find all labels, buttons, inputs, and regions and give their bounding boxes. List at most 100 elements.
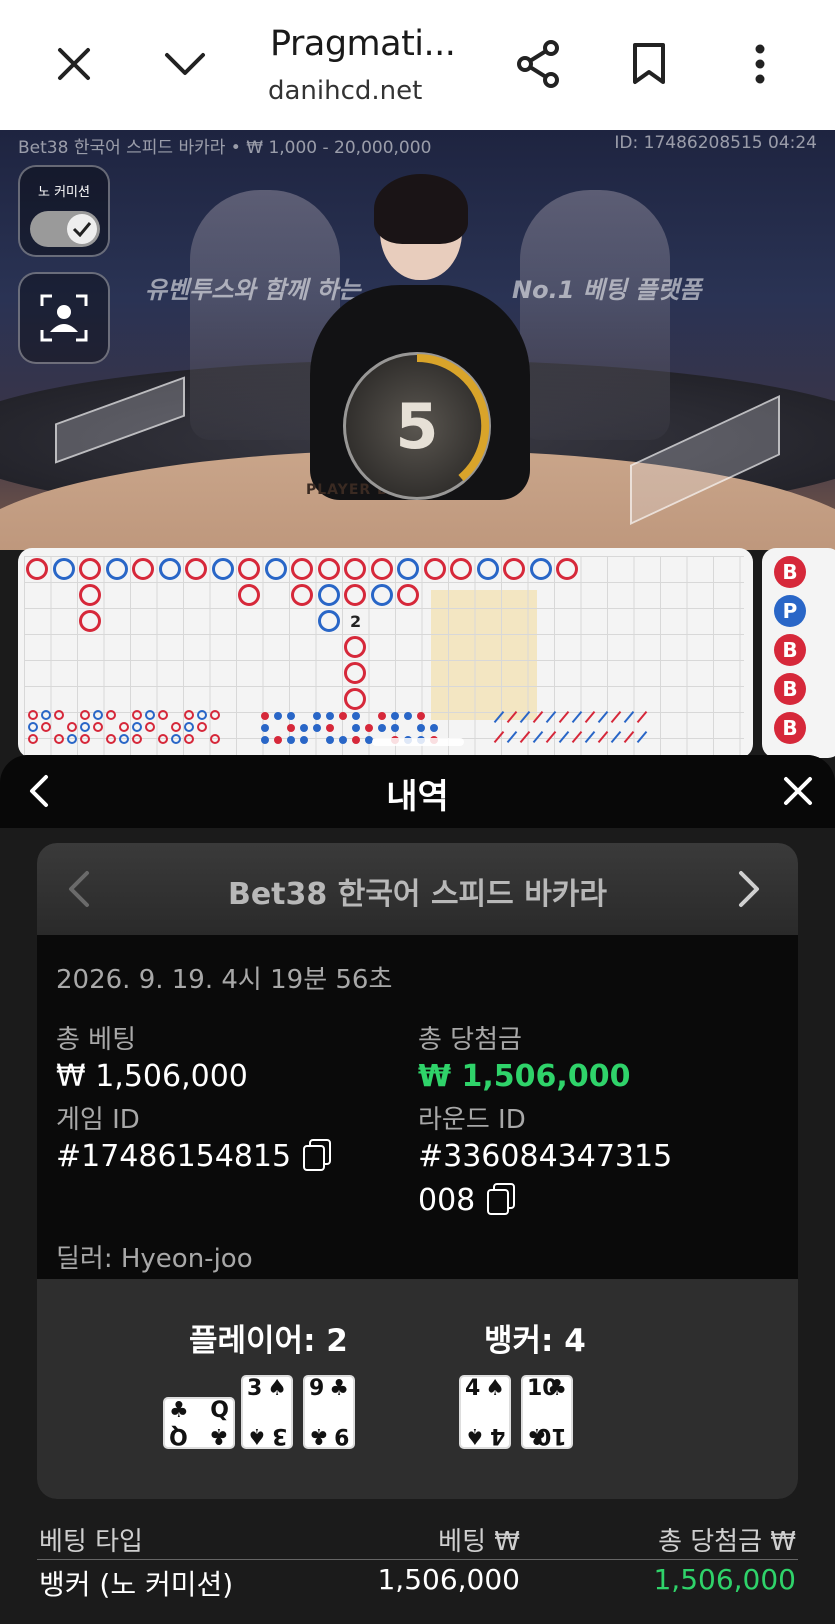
- big-eye-dot: [417, 724, 425, 732]
- game-id-label: 게임 ID: [56, 1105, 140, 1135]
- small-road-mark: [119, 734, 129, 744]
- banker-mark: [344, 558, 366, 580]
- copy-icon[interactable]: [303, 1139, 332, 1171]
- player-mark: [264, 558, 287, 580]
- small-road-mark: [106, 734, 116, 744]
- big-eye-dot: [417, 712, 425, 720]
- chevron-down-icon[interactable]: [153, 32, 217, 96]
- banker-mark: [503, 558, 525, 580]
- dealer-hair: [374, 174, 468, 244]
- next-chevron-icon[interactable]: [735, 869, 763, 913]
- player-mark: [370, 584, 393, 606]
- banner-text-right: No.1 베팅 플랫폼: [512, 276, 702, 304]
- big-eye-dot: [326, 724, 334, 732]
- video-view-button[interactable]: [18, 272, 110, 364]
- big-eye-dot: [300, 736, 308, 744]
- game-id-row: #17486154815: [56, 1139, 332, 1174]
- player-mark: [397, 558, 419, 580]
- win-amount-cell: 1,506,000: [653, 1563, 796, 1596]
- player-mark: [317, 584, 340, 606]
- round-datetime: 2026. 9. 19. 4시 19분 56초: [56, 965, 393, 995]
- big-eye-dot: [378, 712, 386, 720]
- big-eye-dot: [261, 724, 269, 732]
- big-eye-dot: [391, 712, 399, 720]
- no-commission-toggle[interactable]: 노 커미션: [18, 165, 110, 257]
- small-road-mark: [197, 722, 207, 732]
- playing-card: 4 ♠ ♠ 4: [459, 1375, 511, 1449]
- small-road-mark: [184, 722, 194, 732]
- page-url[interactable]: danihcd.net: [268, 76, 422, 106]
- playing-card: 10 ♣ ♣ 10: [521, 1375, 573, 1449]
- round-id-label: 라운드 ID: [418, 1105, 526, 1135]
- small-road-mark: [41, 722, 51, 732]
- card-suit: ♣: [329, 1376, 349, 1401]
- playing-card: 9 ♣ ♣ 9: [303, 1375, 355, 1449]
- game-name: Bet38 한국어 스피드 바카라: [227, 877, 608, 912]
- small-road-mark: [184, 734, 194, 744]
- big-eye-dot: [352, 736, 360, 744]
- playing-card: 3 ♠ ♠ 3: [241, 1375, 293, 1449]
- banker-bead: B: [774, 634, 806, 666]
- banker-result: 뱅커: 4: [484, 1323, 586, 1359]
- no-commission-label: 노 커미션: [38, 185, 90, 200]
- bets-table-header: 베팅 타입 베팅 ₩ 총 당첨금 ₩: [37, 1515, 798, 1560]
- close-icon[interactable]: [42, 32, 106, 96]
- banker-mark: [397, 584, 419, 606]
- share-icon[interactable]: [506, 32, 570, 96]
- player-mark: [529, 558, 552, 580]
- banner-figure-right: [520, 190, 670, 440]
- small-road-mark: [119, 722, 129, 732]
- banker-bead: B: [774, 673, 806, 705]
- card-rank: 10: [536, 1423, 567, 1448]
- dealer-name: 딜러: Hyeon-joo: [56, 1244, 253, 1274]
- small-road-mark: [93, 710, 103, 720]
- table-info: Bet38 한국어 스피드 바카라 • ₩ 1,000 - 20,000,000: [18, 138, 432, 158]
- close-icon[interactable]: [778, 771, 818, 811]
- bets-table: 베팅 타입 베팅 ₩ 총 당첨금 ₩ 뱅커 (노 커미션) 1,506,000 …: [37, 1515, 798, 1603]
- live-video: 유벤투스와 함께 하는 No.1 베팅 플랫폼 PLAYER BANKER Be…: [0, 130, 835, 550]
- card-rank: Q: [169, 1423, 188, 1448]
- card-suit: ♣: [169, 1398, 189, 1423]
- card-rank: 4: [489, 1423, 505, 1448]
- banker-mark: [344, 688, 366, 710]
- timer-value: 5: [395, 389, 439, 463]
- card-suit: ♠: [485, 1376, 505, 1401]
- bookmark-icon[interactable]: [617, 32, 681, 96]
- banker-mark: [291, 558, 313, 580]
- small-road-mark: [28, 710, 38, 720]
- page-title[interactable]: Pragmati...: [270, 24, 456, 64]
- card-suit: ♣: [309, 1423, 329, 1448]
- card-rank: Q: [210, 1398, 229, 1423]
- sheet-title: 내역: [386, 777, 449, 817]
- small-road-mark: [145, 710, 155, 720]
- small-road-mark: [145, 722, 155, 732]
- small-road-mark: [132, 710, 142, 720]
- big-eye-dot: [274, 736, 282, 744]
- sheet-drag-handle[interactable]: [372, 738, 464, 746]
- player-mark: [52, 558, 75, 580]
- small-road-mark: [67, 734, 77, 744]
- big-eye-dot: [313, 712, 321, 720]
- big-eye-dot: [287, 712, 295, 720]
- total-win-label: 총 당첨금: [418, 1025, 522, 1055]
- banker-mark: [344, 584, 366, 606]
- bead-road[interactable]: BPBBB: [762, 548, 835, 758]
- more-vert-icon[interactable]: [728, 32, 792, 96]
- big-eye-dot: [339, 736, 347, 744]
- small-road-mark: [80, 722, 90, 732]
- big-eye-dot: [365, 724, 373, 732]
- big-eye-dot: [339, 712, 347, 720]
- banker-mark: [26, 558, 48, 580]
- roadmap-board[interactable]: 2: [18, 548, 753, 758]
- copy-icon[interactable]: [487, 1183, 516, 1215]
- small-road-mark: [80, 710, 90, 720]
- browser-toolbar: Pragmati... danihcd.net: [0, 0, 835, 130]
- big-eye-dot: [261, 736, 269, 744]
- big-eye-dot: [274, 712, 282, 720]
- banker-mark: [238, 558, 260, 580]
- banker-mark: [132, 558, 154, 580]
- banker-mark: [370, 558, 393, 580]
- toggle-switch[interactable]: [30, 211, 100, 247]
- big-eye-dot: [287, 724, 295, 732]
- big-eye-dot: [352, 712, 360, 720]
